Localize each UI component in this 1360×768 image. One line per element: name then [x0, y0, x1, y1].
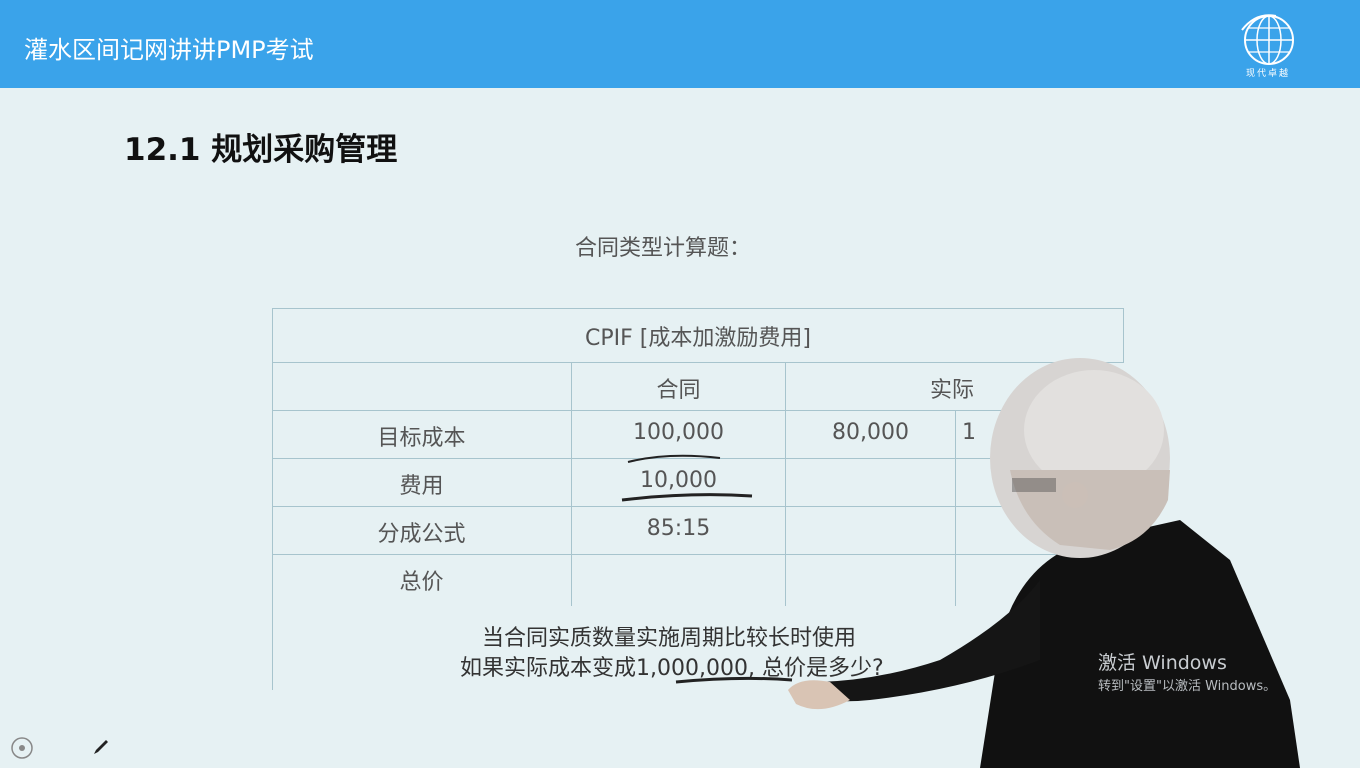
table-divider [785, 362, 786, 606]
table-border-top [272, 308, 1124, 309]
row-label: 费用 [399, 474, 444, 499]
cell-extra: 1 [962, 420, 976, 445]
table-divider [272, 554, 1124, 555]
slide-title: 12.1 规划采购管理 [124, 132, 398, 168]
cpif-table: CPIF [成本加激励费用] 合同 实际 目标成本 100,000 80,000… [272, 308, 1124, 690]
cell-actual: 80,000 [832, 420, 909, 445]
target-icon[interactable] [10, 736, 34, 760]
windows-activation-subtitle: 转到"设置"以激活 Windows。 [1098, 679, 1277, 694]
note-line-1: 当合同实质数量实施周期比较长时使用 [482, 626, 857, 651]
note-line-2: 如果实际成本变成1,000,000, 总价是多少? [460, 656, 884, 681]
table-divider [272, 506, 1124, 507]
row-label: 目标成本 [377, 426, 466, 451]
cell-contract: 10,000 [640, 468, 717, 493]
table-divider [272, 362, 1124, 363]
video-frame: 灌水区间记网讲讲PMP考试 现代卓越 12.1 规划采购管理 合同类型计算题： … [0, 0, 1360, 768]
header-contract: 合同 [656, 378, 701, 403]
row-label: 总价 [399, 570, 444, 595]
cell-contract: 85:15 [646, 516, 711, 541]
slide-subtitle: 合同类型计算题： [575, 236, 752, 261]
course-title: 灌水区间记网讲讲PMP考试 [24, 36, 314, 64]
table-divider [955, 410, 956, 606]
header-actual: 实际 [929, 378, 974, 403]
row-label: 分成公式 [377, 522, 466, 547]
header-banner: 灌水区间记网讲讲PMP考试 现代卓越 [0, 0, 1360, 88]
windows-activation-title: 激活 Windows [1098, 652, 1227, 674]
table-divider [272, 458, 1124, 459]
cell-contract: 100,000 [633, 420, 724, 445]
logo-text: 现代卓越 [1246, 69, 1291, 79]
table-caption: CPIF [成本加激励费用] [585, 326, 811, 351]
pen-icon[interactable] [92, 738, 110, 756]
table-divider [272, 410, 1124, 411]
